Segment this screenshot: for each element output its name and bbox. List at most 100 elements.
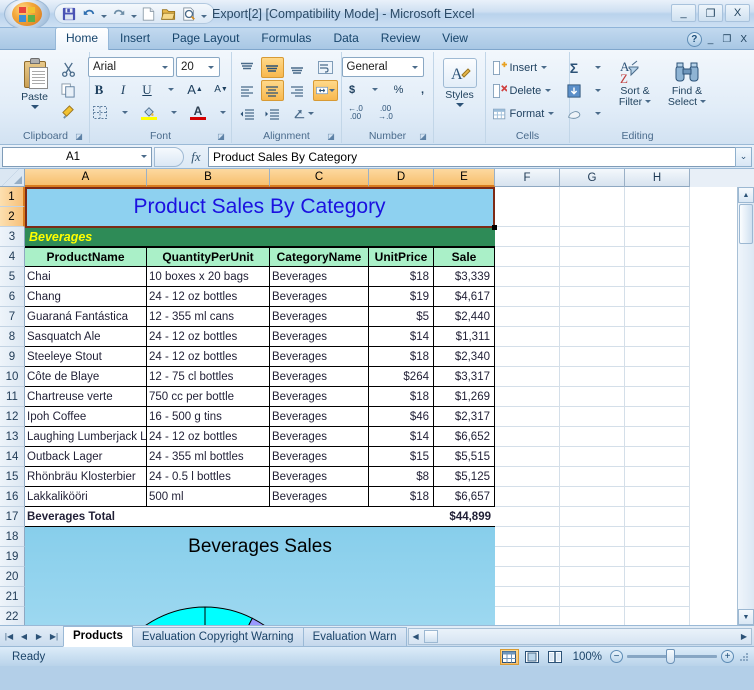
grid-cell-empty[interactable] — [625, 527, 690, 547]
row-header-8[interactable]: 8 — [0, 327, 25, 347]
grid-cell-empty[interactable] — [495, 427, 560, 447]
grid-cell-empty[interactable] — [625, 247, 690, 267]
grid-cell-empty[interactable] — [495, 607, 560, 625]
tab-page-layout[interactable]: Page Layout — [161, 28, 250, 49]
column-header-c[interactable]: C — [270, 169, 369, 187]
grid-cell-empty[interactable] — [495, 287, 560, 307]
row-header-22[interactable]: 22 — [0, 607, 25, 625]
cell-category-name[interactable]: Beverages — [270, 267, 369, 287]
italic-button[interactable]: I — [112, 79, 134, 100]
alignment-dialog-launcher-icon[interactable]: ◪ — [326, 132, 336, 142]
redo-dropdown-icon[interactable] — [129, 5, 138, 23]
cell-product-name[interactable]: Lakkalikööri — [25, 487, 147, 507]
tab-view[interactable]: View — [431, 28, 479, 49]
row-header-11[interactable]: 11 — [0, 387, 25, 407]
grid-cell-empty[interactable] — [625, 407, 690, 427]
cell-category-name[interactable]: Beverages — [270, 447, 369, 467]
new-icon[interactable] — [139, 5, 158, 23]
grid-cell-empty[interactable] — [560, 547, 625, 567]
middle-align-button[interactable] — [260, 57, 284, 78]
customize-qat-icon[interactable] — [199, 5, 208, 23]
column-header-d[interactable]: D — [369, 169, 434, 187]
cell-total-blank-3[interactable] — [369, 507, 434, 527]
orientation-button[interactable] — [290, 103, 317, 124]
tab-data[interactable]: Data — [322, 28, 369, 49]
underline-button[interactable]: U — [136, 79, 158, 100]
horizontal-scroll-thumb[interactable] — [423, 629, 438, 643]
row-header-2[interactable]: 2 — [0, 207, 25, 227]
increase-indent-button[interactable] — [261, 103, 284, 124]
print-preview-icon[interactable] — [179, 5, 198, 23]
shrink-font-button[interactable]: A ▼ — [209, 79, 233, 100]
cell-sale[interactable]: $6,657 — [434, 487, 495, 507]
format-painter-button[interactable] — [58, 101, 80, 121]
cell-sale[interactable]: $2,317 — [434, 407, 495, 427]
grid-cell-empty[interactable] — [625, 487, 690, 507]
open-icon[interactable] — [159, 5, 178, 23]
normal-view-button[interactable] — [499, 648, 519, 665]
cell-category-name[interactable]: Beverages — [270, 427, 369, 447]
cell-quantity-per-unit[interactable]: 16 - 500 g tins — [147, 407, 270, 427]
row-header-17[interactable]: 17 — [0, 507, 25, 527]
sheet-tab-evaluation-copyright-warning[interactable]: Evaluation Copyright Warning — [131, 626, 304, 646]
cell-product-name[interactable]: Steeleye Stout — [25, 347, 147, 367]
name-box-dropdown-icon[interactable] — [141, 155, 147, 158]
cell-sale[interactable]: $2,340 — [434, 347, 495, 367]
cell-category-name[interactable]: Beverages — [270, 387, 369, 407]
merge-center-button[interactable] — [312, 80, 338, 101]
cell-unit-price[interactable]: $14 — [369, 327, 434, 347]
grid-cell-empty[interactable] — [625, 227, 690, 247]
column-header-b[interactable]: B — [147, 169, 270, 187]
row-header-1[interactable]: 1 — [0, 187, 25, 207]
insert-cells-button[interactable]: Insert — [490, 57, 566, 78]
cell-quantity-per-unit[interactable]: 24 - 12 oz bottles — [147, 427, 270, 447]
minimize-button[interactable]: _ — [671, 4, 696, 22]
insert-function-icon[interactable]: fx — [184, 147, 208, 167]
next-sheet-button[interactable]: ▶ — [32, 628, 46, 644]
sort-filter-button[interactable]: AZ Sort & Filter — [610, 56, 660, 108]
help-icon[interactable]: ? — [686, 32, 702, 47]
cell-unit-price[interactable]: $18 — [369, 347, 434, 367]
close-workbook-button[interactable]: X — [737, 34, 750, 45]
cell-total-blank-1[interactable] — [147, 507, 270, 527]
cell-quantity-per-unit[interactable]: 24 - 12 oz bottles — [147, 287, 270, 307]
vertical-scroll-thumb[interactable] — [739, 204, 753, 244]
cell-sale[interactable]: $3,317 — [434, 367, 495, 387]
row-header-10[interactable]: 10 — [0, 367, 25, 387]
scroll-up-button[interactable]: ▲ — [738, 187, 754, 203]
grow-font-button[interactable]: A ▲ — [183, 79, 207, 100]
cell-quantity-per-unit[interactable]: 24 - 12 oz bottles — [147, 327, 270, 347]
grid-cell-empty[interactable] — [625, 327, 690, 347]
tab-review[interactable]: Review — [370, 28, 431, 49]
number-format-combo[interactable]: General — [341, 57, 424, 77]
cell-quantity-per-unit[interactable]: 10 boxes x 20 bags — [147, 267, 270, 287]
page-break-view-button[interactable] — [546, 649, 565, 665]
grid-cell-empty[interactable] — [495, 247, 560, 267]
top-align-button[interactable] — [236, 57, 259, 78]
cell-unit-price[interactable]: $18 — [369, 487, 434, 507]
row-header-21[interactable]: 21 — [0, 587, 25, 607]
grid-cell-empty[interactable] — [625, 287, 690, 307]
grid-cell-empty[interactable] — [625, 467, 690, 487]
category-banner-cell[interactable]: Beverages — [25, 227, 495, 247]
clipboard-dialog-launcher-icon[interactable]: ◪ — [74, 132, 84, 142]
grid-cell-empty[interactable] — [495, 187, 560, 227]
currency-button[interactable]: $ — [342, 79, 363, 100]
grid-cell-empty[interactable] — [625, 547, 690, 567]
row-header-6[interactable]: 6 — [0, 287, 25, 307]
number-dialog-launcher-icon[interactable]: ◪ — [418, 132, 428, 142]
grid-cell-empty[interactable] — [560, 507, 625, 527]
grid-cell-empty[interactable] — [495, 567, 560, 587]
fill-color-button[interactable] — [137, 102, 161, 123]
row-header-16[interactable]: 16 — [0, 487, 25, 507]
grid-cell-empty[interactable] — [495, 267, 560, 287]
cell-quantity-per-unit[interactable]: 24 - 355 ml bottles — [147, 447, 270, 467]
font-color-dropdown-icon[interactable] — [212, 102, 233, 123]
decrease-decimal-button[interactable]: .00 →.0 — [372, 102, 400, 123]
paste-dropdown-icon[interactable] — [30, 105, 39, 109]
decrease-indent-button[interactable] — [236, 103, 259, 124]
wrap-text-button[interactable] — [313, 57, 338, 78]
column-title-unitprice[interactable]: UnitPrice — [369, 247, 434, 267]
row-header-19[interactable]: 19 — [0, 547, 25, 567]
sheet-tab-products[interactable]: Products — [63, 625, 133, 647]
